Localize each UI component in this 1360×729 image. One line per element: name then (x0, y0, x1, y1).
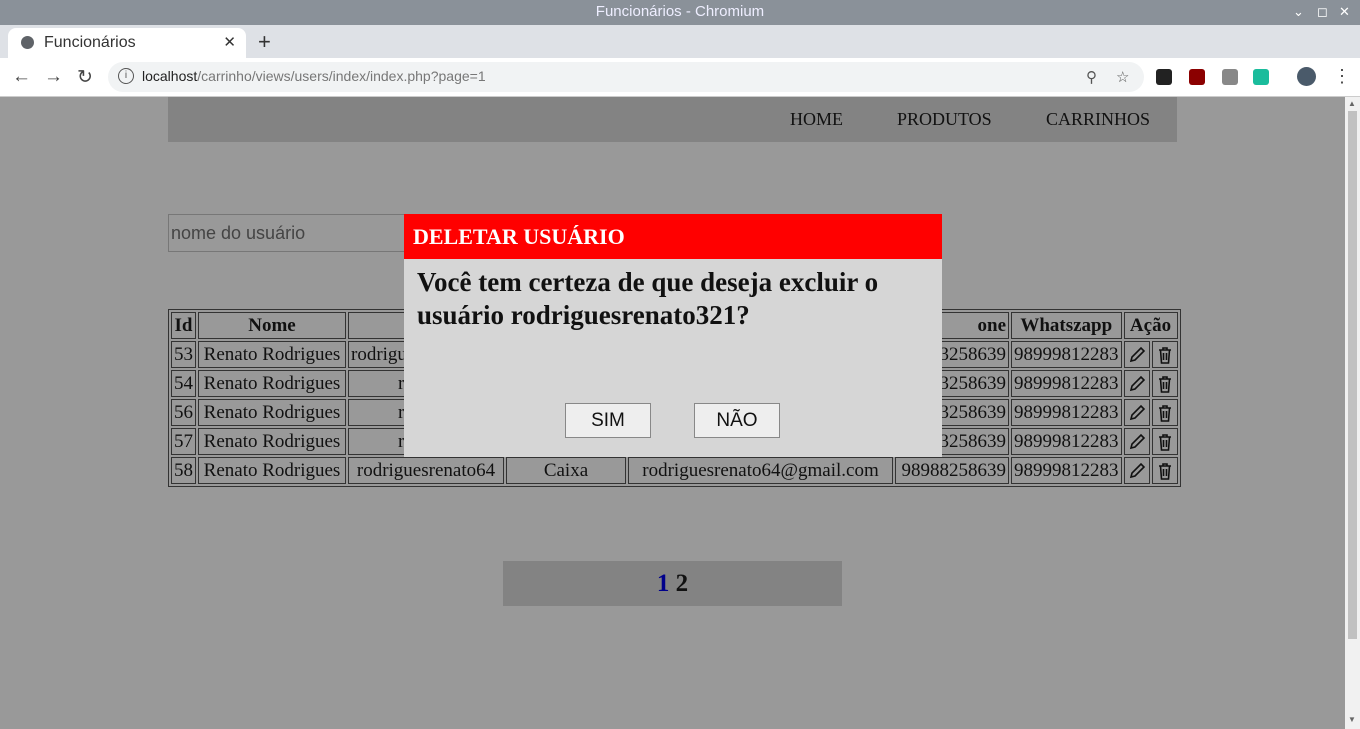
close-window-icon[interactable]: ✕ (1339, 0, 1350, 24)
browser-toolbar: ← → ↻ i localhost/carrinho/views/users/i… (0, 58, 1360, 97)
table-row: 58 Renato Rodrigues rodriguesrenato64 Caixa… (171, 457, 1178, 484)
trash-icon[interactable] (1151, 457, 1178, 484)
scrollbar[interactable]: ▲ ▼ (1345, 97, 1360, 729)
confirm-no-button[interactable]: NÃO (694, 403, 780, 438)
trash-icon[interactable] (1151, 399, 1178, 426)
cell-id: 53 (171, 341, 196, 368)
reload-icon[interactable]: ↻ (77, 66, 93, 89)
edit-icon[interactable] (1123, 399, 1150, 426)
confirm-yes-button[interactable]: SIM (565, 403, 651, 438)
tab-strip: Funcionários ✕ (0, 25, 1360, 58)
tab-funcionarios[interactable]: Funcionários ✕ (8, 28, 246, 58)
modal-message: Você tem certeza de que deseja excluir o… (417, 267, 879, 330)
cell-id: 57 (171, 428, 196, 455)
page-1-link[interactable]: 1 (657, 570, 670, 597)
back-icon[interactable]: ← (12, 66, 31, 88)
tab-title: Funcionários (44, 34, 136, 51)
cell-nome: Renato Rodrigues (198, 428, 346, 455)
top-nav: HOME PRODUTOS CARRINHOS (168, 97, 1177, 142)
edit-icon[interactable] (1123, 457, 1150, 484)
edit-icon[interactable] (1123, 428, 1150, 455)
trash-icon[interactable] (1151, 341, 1178, 368)
cell-whatsapp: 98999812283 (1011, 341, 1122, 368)
cell-nome: Renato Rodrigues (198, 457, 346, 484)
cell-whatsapp: 98999812283 (1011, 399, 1122, 426)
menu-dots-icon[interactable]: ⋮ (1333, 66, 1351, 87)
cell-telefone: 98988258639 (895, 457, 1009, 484)
site-info-icon[interactable]: i (118, 68, 134, 84)
extension-icon[interactable] (1156, 69, 1172, 85)
cell-email: rodriguesrenato64@gmail.com (628, 457, 893, 484)
cell-id: 58 (171, 457, 196, 484)
cell-usuario: rodriguesrenato64 (348, 457, 504, 484)
nav-produtos[interactable]: PRODUTOS (897, 109, 992, 130)
scroll-down-icon[interactable]: ▼ (1348, 715, 1356, 724)
zoom-icon[interactable]: ⚲ (1086, 68, 1097, 86)
forward-icon[interactable]: → (44, 66, 63, 88)
bookmark-star-icon[interactable]: ☆ (1116, 68, 1129, 86)
edit-icon[interactable] (1123, 370, 1150, 397)
scrollbar-thumb[interactable] (1348, 111, 1357, 639)
globe-icon (21, 36, 34, 49)
nav-carrinhos[interactable]: CARRINHOS (1046, 109, 1150, 130)
pagination: 1 2 (503, 561, 842, 606)
cell-id: 56 (171, 399, 196, 426)
cell-whatsapp: 98999812283 (1011, 457, 1122, 484)
col-id: Id (171, 312, 196, 339)
cell-nome: Renato Rodrigues (198, 370, 346, 397)
profile-avatar-icon[interactable] (1297, 67, 1316, 86)
page-2-link[interactable]: 2 (676, 570, 689, 597)
minimize-icon[interactable]: ⌄ (1293, 0, 1304, 24)
cell-nome: Renato Rodrigues (198, 341, 346, 368)
window-title: Funcionários - Chromium (595, 3, 765, 20)
address-bar[interactable]: i localhost/carrinho/views/users/index/i… (108, 62, 1144, 92)
eyedropper-icon[interactable] (1222, 69, 1238, 85)
modal-title: DELETAR USUÁRIO (404, 214, 942, 259)
nav-home[interactable]: HOME (790, 109, 843, 130)
url-text[interactable]: localhost/carrinho/views/users/index/ind… (142, 68, 486, 84)
extension-bird-icon[interactable] (1253, 69, 1269, 85)
trash-icon[interactable] (1151, 428, 1178, 455)
cell-whatsapp: 98999812283 (1011, 428, 1122, 455)
cell-whatsapp: 98999812283 (1011, 370, 1122, 397)
ublock-icon[interactable] (1189, 69, 1205, 85)
trash-icon[interactable] (1151, 370, 1178, 397)
edit-icon[interactable] (1123, 341, 1150, 368)
col-whatsapp: Whatszapp (1011, 312, 1122, 339)
window-titlebar: Funcionários - Chromium ⌄ ◻ ✕ (0, 0, 1360, 25)
close-tab-icon[interactable]: ✕ (223, 33, 236, 51)
cell-nome: Renato Rodrigues (198, 399, 346, 426)
cell-cargo: Caixa (506, 457, 626, 484)
search-input[interactable] (168, 214, 408, 252)
scroll-up-icon[interactable]: ▲ (1348, 99, 1356, 108)
new-tab-icon[interactable]: + (258, 29, 271, 55)
maximize-icon[interactable]: ◻ (1317, 0, 1328, 24)
col-nome: Nome (198, 312, 346, 339)
cell-id: 54 (171, 370, 196, 397)
delete-user-modal: DELETAR USUÁRIO Você tem certeza de que … (404, 214, 942, 457)
col-acao: Ação (1123, 312, 1178, 339)
